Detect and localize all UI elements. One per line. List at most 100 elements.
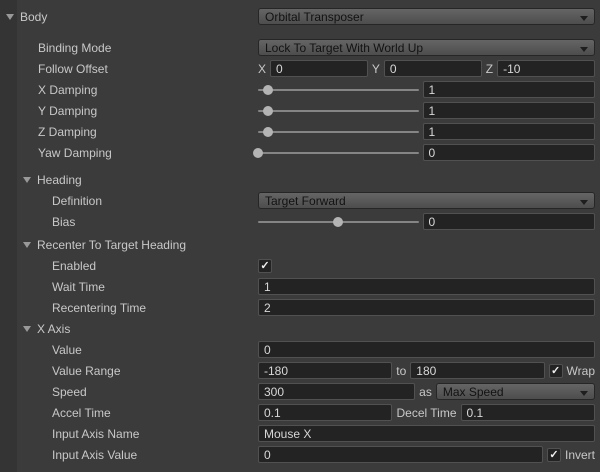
definition-label: Definition — [0, 194, 258, 208]
accel-time-field[interactable] — [258, 404, 392, 421]
decel-time-field[interactable] — [461, 404, 595, 421]
row-recentering-time: Recentering Time — [0, 297, 600, 318]
row-binding-mode: Binding Mode Lock To Target With World U… — [0, 37, 600, 58]
slider-knob[interactable] — [263, 106, 273, 116]
x-axis-foldout-label: X Axis — [0, 322, 258, 336]
binding-mode-dropdown-value: Lock To Target With World Up — [265, 41, 423, 55]
row-definition: Definition Target Forward — [0, 190, 600, 211]
dropdown-arrow-icon — [580, 200, 588, 205]
speed-label: Speed — [0, 385, 258, 399]
slider-knob[interactable] — [263, 85, 273, 95]
speed-as-label: as — [419, 385, 432, 399]
recentering-time-field[interactable] — [258, 299, 595, 316]
heading-label: Heading — [37, 173, 82, 187]
slider-track[interactable] — [258, 89, 419, 91]
speed-mode-dropdown[interactable]: Max Speed — [436, 383, 595, 400]
follow-offset-z-label: Z — [486, 62, 493, 76]
heading-foldout-label: Heading — [0, 173, 258, 187]
foldout-down-icon[interactable] — [23, 242, 31, 248]
row-yaw-damping: Yaw Damping — [0, 142, 600, 163]
body-type-dropdown-value: Orbital Transposer — [265, 10, 364, 24]
dropdown-arrow-icon — [580, 47, 588, 52]
z-damping-label: Z Damping — [0, 125, 258, 139]
row-x-damping: X Damping — [0, 79, 600, 100]
slider-knob[interactable] — [333, 217, 343, 227]
row-input-axis-name: Input Axis Name — [0, 423, 600, 444]
wrap-checkbox[interactable]: ✓ — [549, 364, 563, 378]
enabled-checkbox[interactable]: ✓ — [258, 259, 272, 273]
x-damping-label: X Damping — [0, 83, 258, 97]
input-axis-value-label: Input Axis Value — [0, 448, 258, 462]
input-axis-value-field[interactable] — [258, 446, 543, 463]
follow-offset-z-field[interactable] — [497, 60, 595, 77]
foldout-down-icon[interactable] — [6, 14, 14, 20]
input-axis-name-label: Input Axis Name — [0, 427, 258, 441]
row-value: Value — [0, 339, 600, 360]
slider-track[interactable] — [258, 152, 419, 154]
slider-knob[interactable] — [253, 148, 263, 158]
bias-field[interactable] — [423, 213, 596, 230]
row-speed: Speed as Max Speed — [0, 381, 600, 402]
row-value-range: Value Range to ✓ Wrap — [0, 360, 600, 381]
row-bias: Bias — [0, 211, 600, 232]
binding-mode-label: Binding Mode — [0, 41, 258, 55]
speed-mode-dropdown-value: Max Speed — [443, 385, 504, 399]
foldout-down-icon[interactable] — [23, 177, 31, 183]
follow-offset-x-field[interactable] — [270, 60, 368, 77]
row-x-axis-header: X Axis — [0, 318, 600, 339]
value-label: Value — [0, 343, 258, 357]
follow-offset-label: Follow Offset — [0, 62, 258, 76]
row-z-damping: Z Damping — [0, 121, 600, 142]
foldout-down-icon[interactable] — [23, 326, 31, 332]
wait-time-field[interactable] — [258, 278, 595, 295]
decel-time-label: Decel Time — [396, 406, 456, 420]
row-follow-offset: Follow Offset X Y Z — [0, 58, 600, 79]
value-range-max-field[interactable] — [410, 362, 544, 379]
bias-label: Bias — [0, 215, 258, 229]
row-y-damping: Y Damping — [0, 100, 600, 121]
yaw-damping-slider[interactable] — [258, 144, 419, 161]
x-axis-label: X Axis — [37, 322, 70, 336]
speed-field[interactable] — [258, 383, 415, 400]
dropdown-arrow-icon — [580, 391, 588, 396]
row-input-axis-value: Input Axis Value ✓ Invert — [0, 444, 600, 465]
row-accel-time: Accel Time Decel Time — [0, 402, 600, 423]
y-damping-slider[interactable] — [258, 102, 419, 119]
x-damping-slider[interactable] — [258, 81, 419, 98]
follow-offset-x-label: X — [258, 62, 266, 76]
body-foldout-label: Body — [0, 10, 258, 24]
recentering-time-label: Recentering Time — [0, 301, 258, 315]
bias-slider[interactable] — [258, 213, 419, 230]
body-type-dropdown[interactable]: Orbital Transposer — [258, 8, 595, 25]
slider-knob[interactable] — [263, 127, 273, 137]
follow-offset-y-field[interactable] — [384, 60, 482, 77]
accel-time-label: Accel Time — [0, 406, 258, 420]
invert-checkbox[interactable]: ✓ — [547, 448, 561, 462]
body-label: Body — [20, 10, 47, 24]
z-damping-slider[interactable] — [258, 123, 419, 140]
dropdown-arrow-icon — [580, 16, 588, 21]
recenter-foldout-label: Recenter To Target Heading — [0, 238, 258, 252]
invert-label: Invert — [565, 448, 595, 462]
wrap-label: Wrap — [567, 364, 595, 378]
row-body: Body Orbital Transposer — [0, 6, 600, 27]
yaw-damping-field[interactable] — [423, 144, 596, 161]
y-damping-label: Y Damping — [0, 104, 258, 118]
row-recenter-header: Recenter To Target Heading — [0, 234, 600, 255]
z-damping-field[interactable] — [423, 123, 596, 140]
yaw-damping-label: Yaw Damping — [0, 146, 258, 160]
definition-dropdown[interactable]: Target Forward — [258, 192, 595, 209]
value-range-min-field[interactable] — [258, 362, 392, 379]
binding-mode-dropdown[interactable]: Lock To Target With World Up — [258, 39, 595, 56]
slider-track[interactable] — [258, 131, 419, 133]
row-heading-header: Heading — [0, 169, 600, 190]
x-damping-field[interactable] — [423, 81, 596, 98]
recenter-label: Recenter To Target Heading — [37, 238, 186, 252]
value-range-to-label: to — [396, 364, 406, 378]
input-axis-name-field[interactable] — [258, 425, 595, 442]
slider-track[interactable] — [258, 110, 419, 112]
value-range-label: Value Range — [0, 364, 258, 378]
row-enabled: Enabled ✓ — [0, 255, 600, 276]
y-damping-field[interactable] — [423, 102, 596, 119]
value-field[interactable] — [258, 341, 595, 358]
